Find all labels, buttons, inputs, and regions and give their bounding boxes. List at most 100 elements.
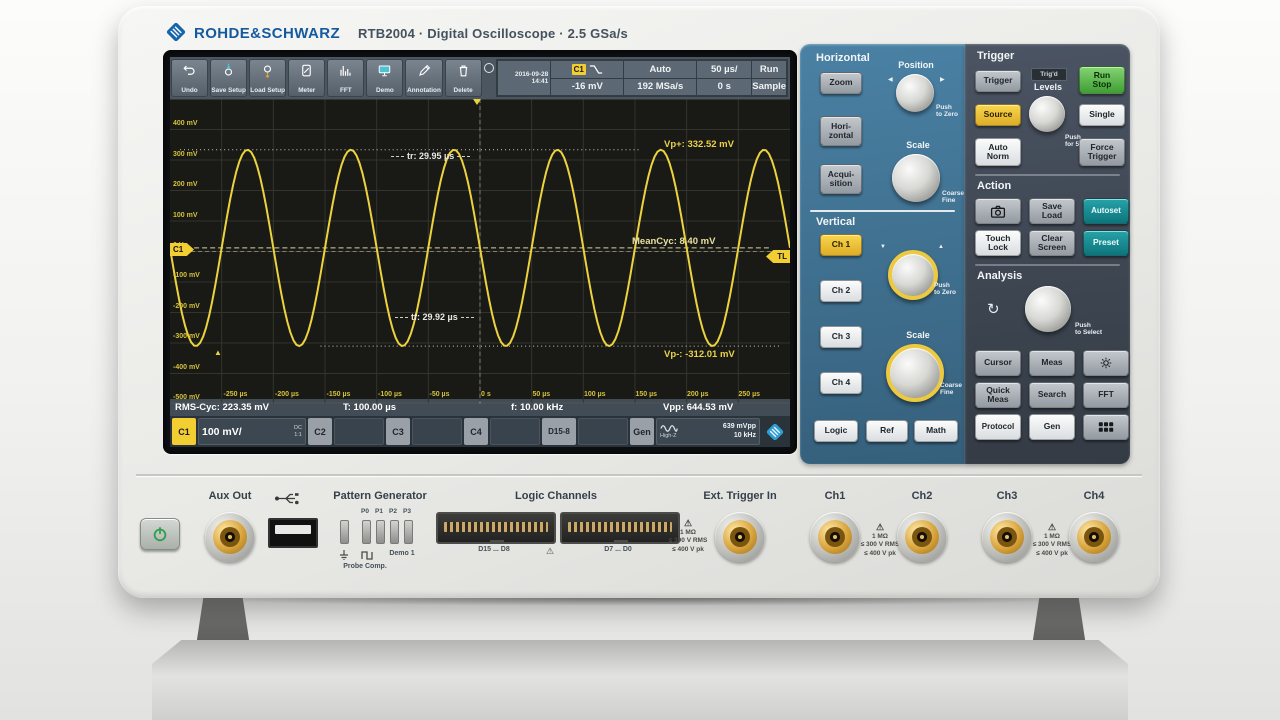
toolbar-undo-button[interactable]: Undo bbox=[171, 59, 208, 97]
channel1-settings[interactable]: 100 mV/ DC 1:1 bbox=[198, 418, 306, 445]
toolbar-demo-button[interactable]: Demo bbox=[366, 59, 403, 97]
trigger-level-cell[interactable]: -16 mV bbox=[551, 79, 623, 96]
quick-meas-button[interactable]: Quick Meas bbox=[975, 382, 1021, 408]
zoom-button[interactable]: Zoom bbox=[820, 72, 862, 94]
ch3-connector bbox=[982, 512, 1032, 562]
cursor-button[interactable]: Cursor bbox=[975, 350, 1021, 376]
channel4-tab[interactable]: C4 bbox=[464, 418, 488, 445]
pattern-pin-p1 bbox=[376, 520, 385, 544]
generator-tab[interactable]: Gen bbox=[630, 418, 654, 445]
trigger-levels-knob[interactable] bbox=[1029, 96, 1065, 132]
preset-button[interactable]: Preset bbox=[1083, 230, 1129, 256]
generator-settings[interactable]: High-Z 639 mVpp 10 kHz bbox=[656, 418, 760, 445]
toolbar-delete-button[interactable]: Delete bbox=[445, 59, 482, 97]
annotation-fall-time: tf: 29.92 µs bbox=[392, 312, 477, 322]
digital-channels-tab[interactable]: D15-8 bbox=[542, 418, 576, 445]
ref-button[interactable]: Ref bbox=[866, 420, 908, 442]
logic-channels-label: Logic Channels bbox=[496, 490, 616, 502]
search-button[interactable]: Search bbox=[1029, 382, 1075, 408]
trigger-source-cell[interactable]: C1 bbox=[551, 61, 623, 78]
toolbar-load-setup-button[interactable]: Load Setup bbox=[249, 59, 286, 97]
vertical-offset-knob[interactable] bbox=[888, 250, 938, 300]
oscilloscope-screen[interactable]: Undo Save Setup Load Setup Meter bbox=[170, 57, 790, 447]
vertical-scale-knob[interactable] bbox=[886, 344, 944, 402]
y-axis-label: -200 mV bbox=[173, 303, 200, 310]
trigger-mode-cell[interactable]: Auto bbox=[624, 61, 696, 78]
gen-button[interactable]: Gen bbox=[1029, 414, 1075, 440]
y-axis-label: -300 mV bbox=[173, 333, 200, 340]
force-trigger-button[interactable]: Force Trigger bbox=[1079, 138, 1125, 166]
channel4-settings bbox=[490, 418, 540, 445]
apps-grid-icon bbox=[1098, 421, 1114, 433]
autoset-button[interactable]: Autoset bbox=[1083, 198, 1129, 224]
camera-icon bbox=[990, 205, 1006, 218]
channel2-tab[interactable]: C2 bbox=[308, 418, 332, 445]
arrow-right-icon: ▶ bbox=[940, 76, 945, 83]
levels-knob-label: Levels bbox=[1025, 82, 1071, 92]
logic-button[interactable]: Logic bbox=[814, 420, 858, 442]
horizontal-position-cell[interactable]: 0 s bbox=[697, 79, 751, 96]
navigation-knob[interactable] bbox=[1025, 286, 1071, 332]
sample-rate-cell: 192 MSa/s bbox=[624, 79, 696, 96]
fft-button[interactable]: FFT bbox=[1083, 382, 1129, 408]
screenshot-button[interactable] bbox=[975, 198, 1021, 224]
status-bar: C1 Auto 50 µs/ Run 2016-09-28 14:41 -16 … bbox=[496, 59, 788, 97]
trigger-source-button[interactable]: Source bbox=[975, 104, 1021, 126]
usb-port bbox=[268, 518, 318, 548]
x-axis-label: 250 µs bbox=[739, 391, 761, 398]
auto-norm-button[interactable]: Auto Norm bbox=[975, 138, 1021, 166]
math-button[interactable]: Math bbox=[914, 420, 958, 442]
save-load-button[interactable]: Save Load bbox=[1029, 198, 1075, 224]
acquisition-mode-cell[interactable]: Sample bbox=[752, 79, 786, 96]
ground-pin bbox=[340, 520, 349, 544]
clear-screen-button[interactable]: Clear Screen bbox=[1029, 230, 1075, 256]
channel2-button[interactable]: Ch 2 bbox=[820, 280, 862, 302]
generator-impedance: High-Z bbox=[660, 433, 678, 439]
apps-button[interactable] bbox=[1083, 414, 1129, 440]
toolbar-collapse-toggle[interactable] bbox=[483, 57, 497, 99]
vertical-section-title: Vertical bbox=[816, 216, 855, 228]
protocol-button[interactable]: Protocol bbox=[975, 414, 1021, 440]
x-axis-label: -250 µs bbox=[224, 391, 248, 398]
touch-lock-button[interactable]: Touch Lock bbox=[975, 230, 1021, 256]
acquisition-state-cell[interactable]: Run bbox=[752, 61, 786, 78]
toolbar-save-setup-button[interactable]: Save Setup bbox=[210, 59, 247, 97]
horizontal-position-knob[interactable] bbox=[896, 74, 934, 112]
time: 14:41 bbox=[532, 78, 549, 85]
x-axis-label: 200 µs bbox=[687, 391, 709, 398]
intensity-button[interactable] bbox=[1083, 350, 1129, 376]
toolbar-meter-button[interactable]: Meter bbox=[288, 59, 325, 97]
trigger-position-marker[interactable] bbox=[473, 99, 481, 105]
single-button[interactable]: Single bbox=[1079, 104, 1125, 126]
x-axis-label: -50 µs bbox=[430, 391, 450, 398]
horizontal-button[interactable]: Hori- zontal bbox=[820, 116, 862, 146]
generator-amplitude: 639 mVpp bbox=[723, 423, 756, 432]
timebase-cell[interactable]: 50 µs/ bbox=[697, 61, 751, 78]
channel3-tab[interactable]: C3 bbox=[386, 418, 410, 445]
arrow-up-icon: ▲ bbox=[938, 244, 944, 250]
channel1-tab[interactable]: C1 bbox=[172, 418, 196, 445]
acquisition-button[interactable]: Acqui- sition bbox=[820, 164, 862, 194]
x-axis-label: -100 µs bbox=[378, 391, 402, 398]
navigation-knob-hint: Push to Select bbox=[1075, 322, 1102, 337]
run-stop-button[interactable]: Run Stop bbox=[1079, 66, 1125, 94]
delete-trash-icon bbox=[456, 63, 471, 78]
waveform-display[interactable]: 400 mV300 mV200 mV100 mV0 V-100 mV-200 m… bbox=[170, 99, 790, 399]
screen-toolbar: Undo Save Setup Load Setup Meter bbox=[170, 57, 790, 99]
toolbar-annotation-button[interactable]: Annotation bbox=[405, 59, 442, 97]
generator-frequency: 10 kHz bbox=[734, 432, 756, 441]
x-axis-label: 150 µs bbox=[636, 391, 658, 398]
horizontal-scale-knob[interactable] bbox=[892, 154, 940, 202]
product-name: Digital Oscilloscope bbox=[427, 26, 555, 41]
y-axis-label: -500 mV bbox=[173, 394, 200, 401]
meas-button[interactable]: Meas bbox=[1029, 350, 1075, 376]
channel1-button[interactable]: Ch 1 bbox=[820, 234, 862, 256]
channel4-button[interactable]: Ch 4 bbox=[820, 372, 862, 394]
trigger-menu-button[interactable]: Trigger bbox=[975, 70, 1021, 92]
power-button[interactable] bbox=[140, 518, 180, 550]
demo-icon bbox=[377, 63, 392, 78]
channel-bar: C1 100 mV/ DC 1:1 C2 C3 C4 D15-8 bbox=[170, 416, 790, 447]
channel3-button[interactable]: Ch 3 bbox=[820, 326, 862, 348]
toolbar-fft-button[interactable]: FFT bbox=[327, 59, 364, 97]
channel3-settings bbox=[412, 418, 462, 445]
